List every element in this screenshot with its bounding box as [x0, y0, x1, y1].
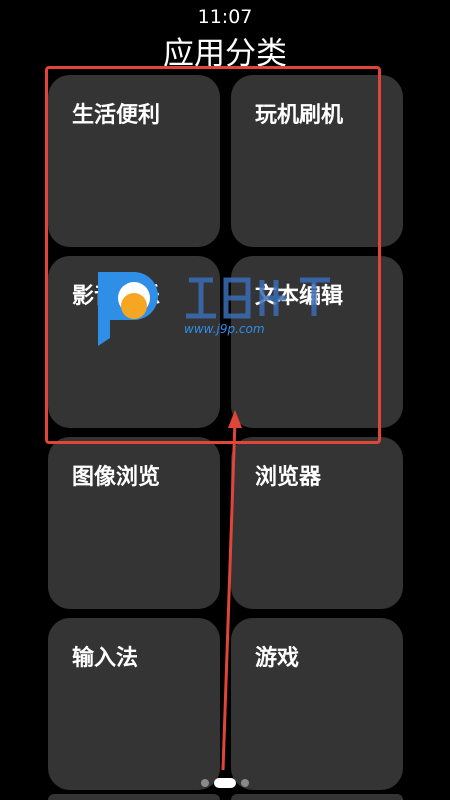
category-tile-partial[interactable] [231, 794, 403, 800]
category-tile-phone-flashing[interactable]: 玩机刷机 [231, 75, 403, 247]
category-label: 游戏 [255, 646, 300, 671]
category-label: 影音娱乐 [72, 284, 161, 309]
page-indicator[interactable] [0, 778, 450, 788]
category-tile-input-method[interactable]: 输入法 [48, 618, 220, 790]
status-time: 11:07 [197, 6, 253, 28]
category-label: 输入法 [72, 646, 139, 671]
page-dot[interactable] [201, 779, 209, 787]
category-label: 生活便利 [72, 103, 161, 128]
category-tile-partial[interactable] [48, 794, 220, 800]
category-label: 浏览器 [255, 465, 322, 490]
category-tile-text-edit[interactable]: 文本编辑 [231, 256, 403, 428]
category-label: 文本编辑 [255, 284, 344, 309]
category-tile-image-browse[interactable]: 图像浏览 [48, 437, 220, 609]
page-dot-active[interactable] [214, 778, 236, 788]
category-label: 图像浏览 [72, 465, 161, 490]
category-tile-media[interactable]: 影音娱乐 [48, 256, 220, 428]
page-dot[interactable] [241, 779, 249, 787]
category-label: 玩机刷机 [255, 103, 344, 128]
category-tile-life[interactable]: 生活便利 [48, 75, 220, 247]
page-title: 应用分类 [163, 36, 287, 72]
category-tile-games[interactable]: 游戏 [231, 618, 403, 790]
category-tile-browser[interactable]: 浏览器 [231, 437, 403, 609]
